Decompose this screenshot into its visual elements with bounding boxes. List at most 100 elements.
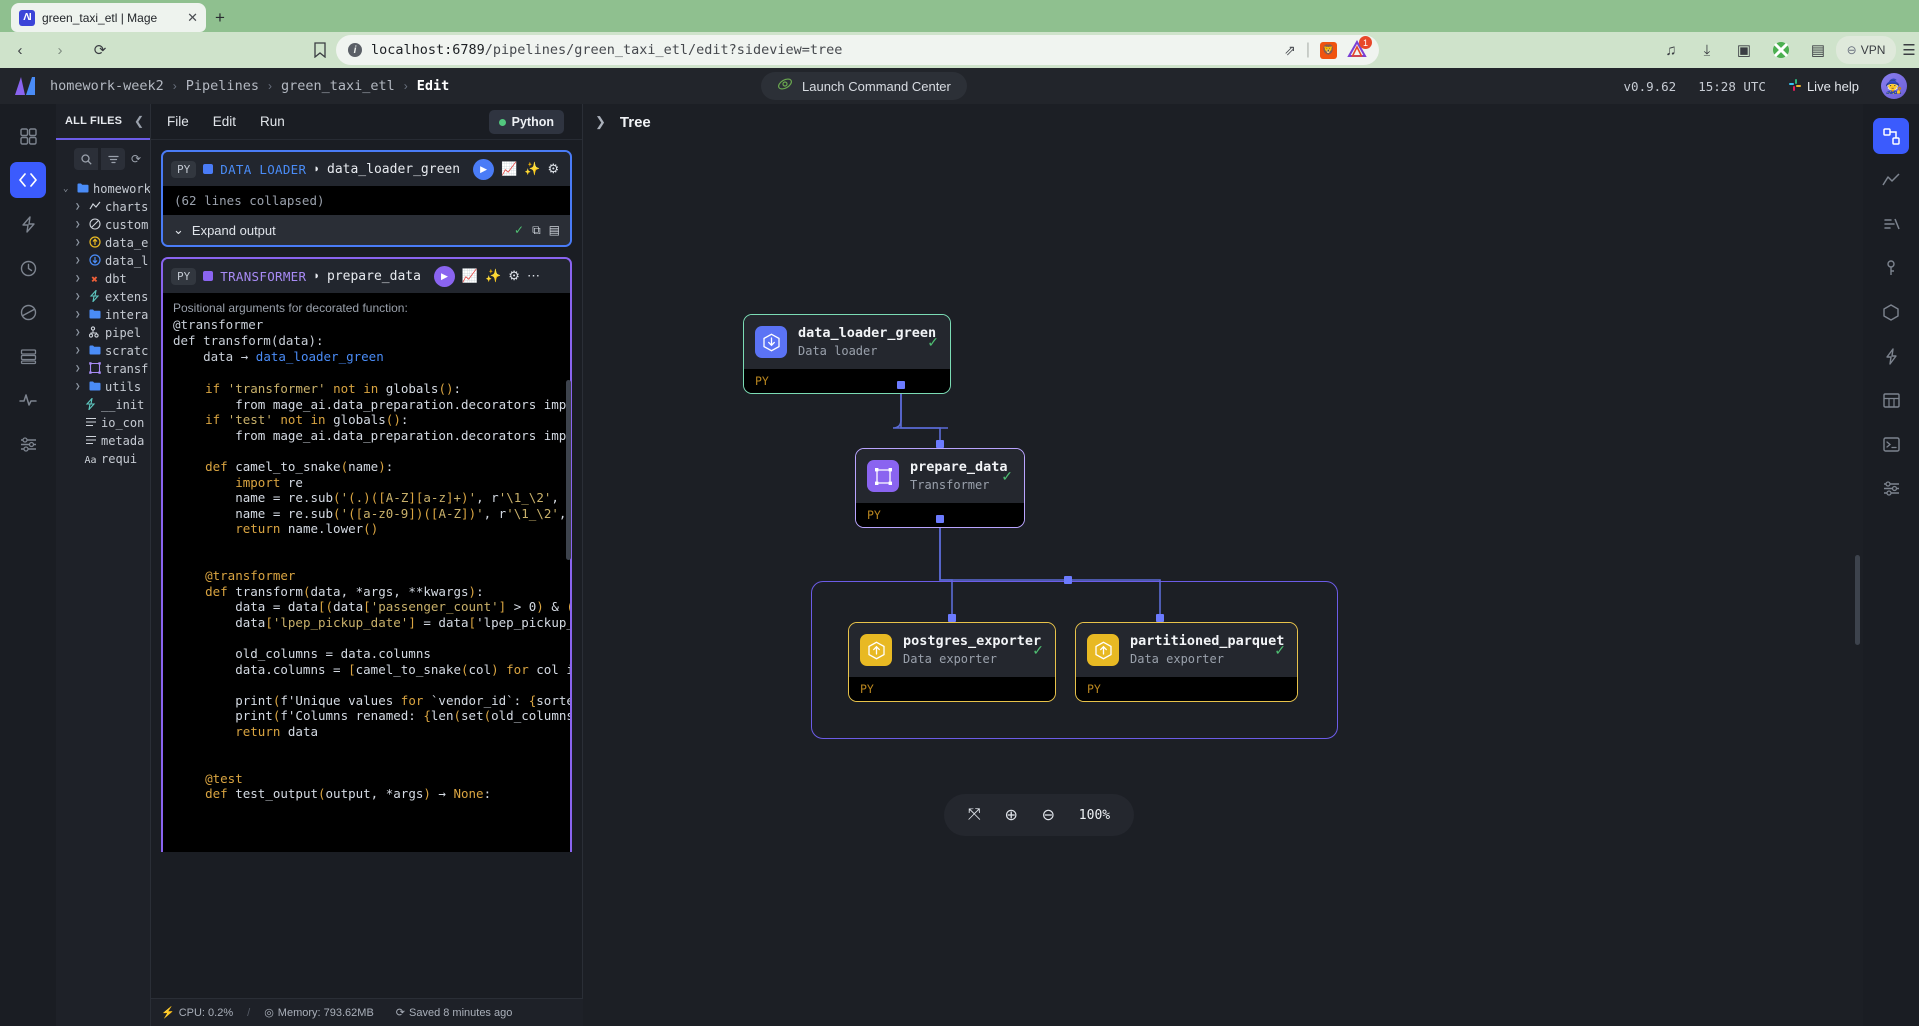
settings-icon[interactable]: ⚙ — [508, 268, 520, 284]
zoom-in-icon[interactable]: ⊕ — [1004, 805, 1017, 825]
pipeline-node-postgres_exporter[interactable]: postgres_exporter Data exporter ✓ PY — [848, 622, 1056, 702]
file-tree-item-datae[interactable]: ❯ data_e — [56, 234, 150, 252]
sidebar-item-files[interactable] — [10, 118, 46, 154]
file-tree-item-datal[interactable]: ❯ data_l — [56, 252, 150, 270]
downloads-icon[interactable]: ⤓ — [1693, 36, 1721, 64]
sidebar-item-settings[interactable] — [10, 426, 46, 462]
chevron-right-icon[interactable]: ❯ — [75, 328, 84, 338]
chevron-right-icon[interactable]: ❯ — [75, 202, 84, 212]
reload-icon[interactable]: ⟳ — [86, 36, 114, 64]
tree-scrollbar[interactable] — [1855, 555, 1860, 645]
new-tab-button[interactable]: + — [208, 6, 232, 30]
check-icon[interactable]: ✓ — [514, 223, 524, 237]
chevron-right-icon[interactable]: ❯ — [75, 256, 84, 266]
more-icon[interactable]: ⋯ — [527, 268, 540, 284]
breadcrumb-item-3[interactable]: Edit — [417, 78, 450, 94]
menu-edit[interactable]: Edit — [201, 109, 248, 134]
file-tree-item-init[interactable]: __init — [56, 396, 150, 414]
menu-run[interactable]: Run — [248, 109, 297, 134]
bookmark-icon[interactable] — [306, 36, 334, 64]
right-rail-chart[interactable] — [1873, 162, 1909, 198]
browser-tab[interactable]: ΛI green_taxi_etl | Mage ✕ — [11, 3, 206, 32]
sidebar-item-code[interactable] — [10, 162, 46, 198]
forward-icon[interactable]: › — [46, 36, 74, 64]
right-rail-power[interactable] — [1873, 338, 1909, 374]
file-tree-item-homework[interactable]: ⌄ homework- — [56, 180, 150, 198]
block-data-loader[interactable]: PY DATA LOADER ◗ data_loader_green ▶ 📈 ✨… — [161, 150, 572, 247]
address-bar[interactable]: i localhost:6789/pipelines/green_taxi_et… — [336, 35, 1379, 65]
file-tree-item-dbt[interactable]: ❯ ✖ dbt — [56, 270, 150, 288]
right-rail-settings[interactable] — [1873, 470, 1909, 506]
play-icon[interactable]: ▶ — [433, 265, 455, 287]
sidebar-item-monitor[interactable] — [10, 382, 46, 418]
brave-shields-icon[interactable]: 🦁 — [1320, 41, 1337, 59]
pipeline-node-data_loader_green[interactable]: data_loader_green Data loader ✓ PY — [743, 314, 951, 394]
menu-file[interactable]: File — [155, 109, 201, 134]
right-rail-terminal[interactable] — [1873, 426, 1909, 462]
chevron-down-icon[interactable]: ⌄ — [63, 184, 72, 194]
chevron-right-icon[interactable]: ❯ — [75, 364, 84, 374]
magic-icon[interactable]: ✨ — [485, 268, 501, 284]
node-port[interactable] — [1156, 614, 1164, 622]
sidebar-item-runs[interactable] — [10, 250, 46, 286]
zoom-out-icon[interactable]: ⊖ — [1042, 805, 1055, 825]
right-rail-secrets[interactable] — [1873, 250, 1909, 286]
browser-menu-icon[interactable]: ☰ — [1895, 36, 1919, 64]
sidebar-icon[interactable]: ▣ — [1730, 36, 1758, 64]
mage-logo-icon[interactable] — [14, 76, 36, 96]
chevron-right-icon[interactable]: ❯ — [75, 274, 84, 284]
chevron-right-icon[interactable]: ❯ — [75, 382, 84, 392]
avatar[interactable]: 🧙 — [1881, 73, 1907, 99]
launch-command-center-button[interactable]: Launch Command Center — [761, 72, 967, 100]
pipeline-node-partitioned_parquet[interactable]: partitioned_parquet Data exporter ✓ PY — [1075, 622, 1298, 702]
signature-upstream-link[interactable]: data_loader_green — [256, 349, 384, 364]
file-tree-item-charts[interactable]: ❯ charts — [56, 198, 150, 216]
chevron-right-icon[interactable]: ❯ — [75, 238, 84, 248]
file-tree-item-extens[interactable]: ❯ extens — [56, 288, 150, 306]
live-help-button[interactable]: Live help — [1788, 78, 1859, 95]
wallet-icon[interactable]: ▤ — [1804, 36, 1832, 64]
sidebar-item-blocks[interactable] — [10, 338, 46, 374]
block-name[interactable]: prepare_data — [327, 269, 421, 284]
chevron-right-icon[interactable]: ❯ — [595, 114, 606, 130]
extension-icon[interactable]: 1 — [1347, 36, 1372, 60]
file-tree-item-scratc[interactable]: ❯ scratc — [56, 342, 150, 360]
expand-output-row[interactable]: ⌄ Expand output ✓ ⧉ ▤ — [163, 215, 570, 245]
block-transformer[interactable]: PY TRANSFORMER ◗ prepare_data ▶ 📈 ✨ ⚙ ⋯ … — [161, 257, 572, 373]
site-info-icon[interactable]: i — [348, 43, 362, 57]
file-tree-item-custom[interactable]: ❯ custom — [56, 216, 150, 234]
chart-icon[interactable]: 📈 — [462, 268, 478, 284]
code-editor[interactable]: if 'transformer' not in globals(): from … — [161, 373, 572, 852]
play-icon[interactable]: ▶ — [473, 158, 495, 180]
magic-icon[interactable]: ✨ — [524, 161, 540, 177]
chart-icon[interactable]: 📈 — [501, 161, 517, 177]
sidebar-item-global-data[interactable] — [10, 294, 46, 330]
node-port[interactable] — [897, 381, 905, 389]
save-icon[interactable]: ▤ — [549, 223, 560, 237]
file-tree-item-intera[interactable]: ❯ intera — [56, 306, 150, 324]
filter-icon[interactable] — [101, 148, 125, 170]
settings-icon[interactable]: ⚙ — [547, 161, 559, 177]
node-port[interactable] — [936, 440, 944, 448]
breadcrumb-item-0[interactable]: homework-week2 — [50, 78, 164, 94]
vpn-button[interactable]: ⊖ VPN — [1836, 36, 1896, 64]
node-port[interactable] — [936, 515, 944, 523]
music-icon[interactable]: ♫ — [1657, 36, 1685, 64]
share-icon[interactable]: ⇗ — [1284, 42, 1296, 59]
right-rail-variables[interactable] — [1873, 206, 1909, 242]
chevron-right-icon[interactable]: ❯ — [75, 346, 84, 356]
chevron-left-icon[interactable]: ❮ — [134, 114, 144, 128]
file-tree-item-metada[interactable]: metada — [56, 432, 150, 450]
file-tree-item-requi[interactable]: Aa requi — [56, 450, 150, 468]
right-rail-data[interactable] — [1873, 382, 1909, 418]
chevron-right-icon[interactable]: ❯ — [75, 220, 84, 230]
right-rail-blocks[interactable] — [1873, 294, 1909, 330]
chevron-right-icon[interactable]: ❯ — [75, 292, 84, 302]
open-external-icon[interactable]: ⧉ — [532, 223, 541, 238]
block-name[interactable]: data_loader_green — [327, 162, 460, 177]
node-port[interactable] — [1064, 576, 1072, 584]
node-port[interactable] — [948, 614, 956, 622]
file-tree-item-iocon[interactable]: io_con — [56, 414, 150, 432]
back-icon[interactable]: ‹ — [6, 36, 34, 64]
file-tree-item-transf[interactable]: ❯ transf — [56, 360, 150, 378]
